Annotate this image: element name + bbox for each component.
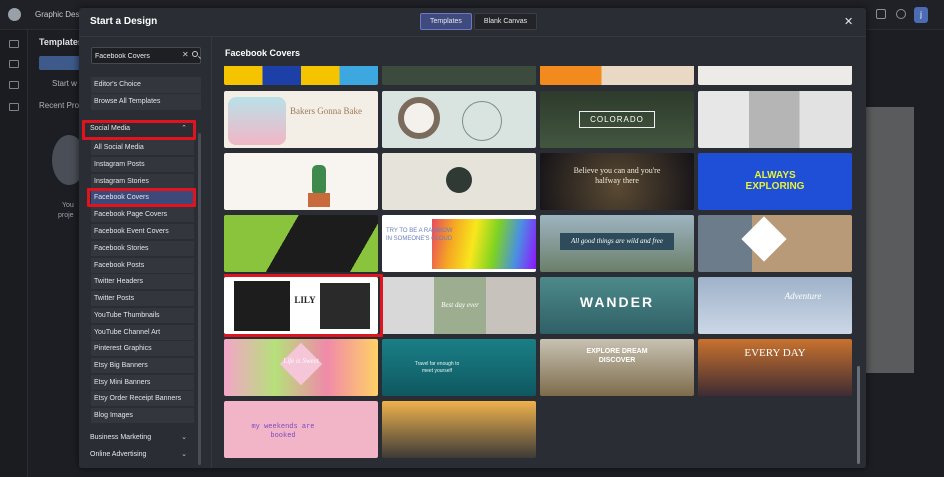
sidebar-item-etsy-order-receipt-banners[interactable]: Etsy Order Receipt Banners — [91, 391, 194, 406]
template-tile[interactable] — [698, 66, 852, 85]
template-grid: Bakers Gonna Bake COLORADO Believe you c… — [224, 66, 854, 468]
highlight-facebook-covers — [87, 188, 196, 207]
sidebar-item-twitter-headers[interactable]: Twitter Headers — [91, 274, 194, 289]
template-tile[interactable] — [382, 401, 536, 458]
start-label[interactable]: Start w — [52, 79, 77, 88]
template-tile[interactable]: WANDER — [540, 277, 694, 334]
highlight-template — [224, 274, 383, 337]
sidebar-item-facebook-stories[interactable]: Facebook Stories — [91, 241, 194, 256]
background-canvas — [866, 107, 914, 373]
search-button[interactable] — [189, 47, 202, 64]
template-tile[interactable]: Believe you can and you're halfway there — [540, 153, 694, 210]
template-caption: Adventure — [784, 291, 822, 301]
recent-projects-label: Recent Pro — [39, 101, 80, 110]
template-caption: EVERY DAY — [744, 347, 806, 359]
sidebar-item-youtube-thumbnails[interactable]: YouTube Thumbnails — [91, 308, 194, 323]
template-tile[interactable] — [540, 66, 694, 85]
template-caption: Best day ever — [441, 301, 479, 309]
template-tile[interactable]: Adventure — [698, 277, 852, 334]
category-online-advertising[interactable]: Online Advertising ⌄ — [82, 447, 194, 463]
sidebar-item-youtube-channel-art[interactable]: YouTube Channel Art — [91, 325, 194, 340]
browse-all-templates-link[interactable]: Browse All Templates — [91, 94, 201, 110]
chevron-down-icon: ⌄ — [181, 451, 187, 458]
category-sidebar: ✕ Editor's Choice Browse All Templates S… — [79, 37, 212, 468]
template-tile[interactable] — [382, 91, 536, 148]
editors-choice-link[interactable]: Editor's Choice — [91, 77, 201, 93]
sidebar-item-pinterest-graphics[interactable]: Pinterest Graphics — [91, 341, 194, 356]
template-caption: All good things are wild and free — [560, 233, 674, 250]
template-tile[interactable]: Life is Sweet — [224, 339, 378, 396]
template-tile[interactable] — [698, 215, 852, 272]
search-input[interactable] — [95, 51, 175, 61]
sidebar-scrollbar[interactable] — [198, 133, 201, 465]
template-tile[interactable] — [224, 153, 378, 210]
template-tile[interactable]: EXPLORE DREAM DISCOVER — [540, 339, 694, 396]
template-tile[interactable] — [224, 215, 378, 272]
clear-search-icon[interactable]: ✕ — [182, 50, 189, 59]
template-tile[interactable]: All good things are wild and free — [540, 215, 694, 272]
template-caption: Life is Sweet — [283, 357, 319, 365]
template-caption: ALWAYS EXPLORING — [745, 170, 805, 192]
template-caption: COLORADO — [579, 111, 655, 128]
start-design-modal: Start a Design Templates Blank Canvas ✕ … — [79, 8, 866, 468]
search-icon — [192, 51, 198, 57]
sidebar-item-etsy-mini-banners[interactable]: Etsy Mini Banners — [91, 375, 194, 390]
template-tile[interactable]: Bakers Gonna Bake — [224, 91, 378, 148]
template-caption: Believe you can and you're halfway there — [573, 166, 661, 185]
template-tile[interactable] — [382, 153, 536, 210]
message-icon[interactable] — [876, 9, 886, 19]
search-box: ✕ — [91, 47, 201, 64]
template-tile[interactable] — [382, 66, 536, 85]
template-tile[interactable]: Best day ever — [382, 277, 536, 334]
template-caption: TRY TO BE A RAINBOW IN SOMEONE'S CLOUD — [386, 228, 453, 242]
sidebar-item-twitter-posts[interactable]: Twitter Posts — [91, 291, 194, 306]
category-label: Business Marketing — [90, 434, 152, 441]
avatar[interactable]: j — [914, 7, 928, 23]
template-caption: Bakers Gonna Bake — [290, 106, 362, 116]
template-tile[interactable] — [698, 91, 852, 148]
modal-title: Start a Design — [90, 16, 158, 27]
template-caption: WANDER — [579, 294, 655, 310]
template-tile[interactable] — [224, 66, 378, 85]
sidebar-item-blog-images[interactable]: Blog Images — [91, 408, 194, 423]
highlight-social-media — [82, 120, 196, 140]
chevron-down-icon: ⌄ — [181, 434, 187, 441]
template-tile[interactable]: ALWAYS EXPLORING — [698, 153, 852, 210]
empty-text: You — [62, 202, 74, 209]
help-icon[interactable] — [896, 9, 906, 19]
template-caption: my weekends are booked — [251, 423, 315, 440]
category-business-marketing[interactable]: Business Marketing ⌄ — [82, 430, 194, 446]
sidebar-item-instagram-stories[interactable]: Instagram Stories — [91, 174, 194, 189]
category-label: Online Advertising — [90, 451, 147, 458]
modal-tabs: Templates Blank Canvas — [420, 13, 538, 30]
content-scrollbar[interactable] — [857, 366, 860, 464]
template-tile[interactable]: TRY TO BE A RAINBOW IN SOMEONE'S CLOUD — [382, 215, 536, 272]
image-icon[interactable] — [9, 103, 19, 111]
template-tile[interactable]: EVERY DAY — [698, 339, 852, 396]
sidebar-item-etsy-big-banners[interactable]: Etsy Big Banners — [91, 358, 194, 373]
content-title: Facebook Covers — [225, 48, 301, 58]
tab-templates[interactable]: Templates — [420, 13, 472, 30]
sidebar-item-instagram-posts[interactable]: Instagram Posts — [91, 157, 194, 172]
calendar-icon[interactable] — [9, 81, 19, 89]
template-caption: Travel far enough to meet yourself — [414, 361, 460, 374]
sidebar-item-facebook-page-covers[interactable]: Facebook Page Covers — [91, 207, 194, 222]
empty-text-2: proje — [58, 212, 74, 219]
tab-blank-canvas[interactable]: Blank Canvas — [473, 13, 538, 30]
templates-heading: Templates — [39, 37, 83, 47]
template-tile[interactable]: COLORADO — [540, 91, 694, 148]
layers-icon[interactable] — [9, 60, 19, 68]
sidebar-item-facebook-posts[interactable]: Facebook Posts — [91, 258, 194, 273]
sidebar-item-facebook-event-covers[interactable]: Facebook Event Covers — [91, 224, 194, 239]
grid-icon[interactable] — [9, 40, 19, 48]
template-tile[interactable]: Travel far enough to meet yourself — [382, 339, 536, 396]
background-tab[interactable] — [39, 56, 81, 70]
sidebar-item-all-social-media[interactable]: All Social Media — [91, 140, 194, 155]
app-logo-icon[interactable] — [8, 8, 21, 21]
close-icon[interactable]: ✕ — [844, 15, 853, 28]
template-tile[interactable]: my weekends are booked — [224, 401, 378, 458]
app-left-rail — [0, 30, 28, 477]
template-caption: EXPLORE DREAM DISCOVER — [586, 348, 648, 364]
